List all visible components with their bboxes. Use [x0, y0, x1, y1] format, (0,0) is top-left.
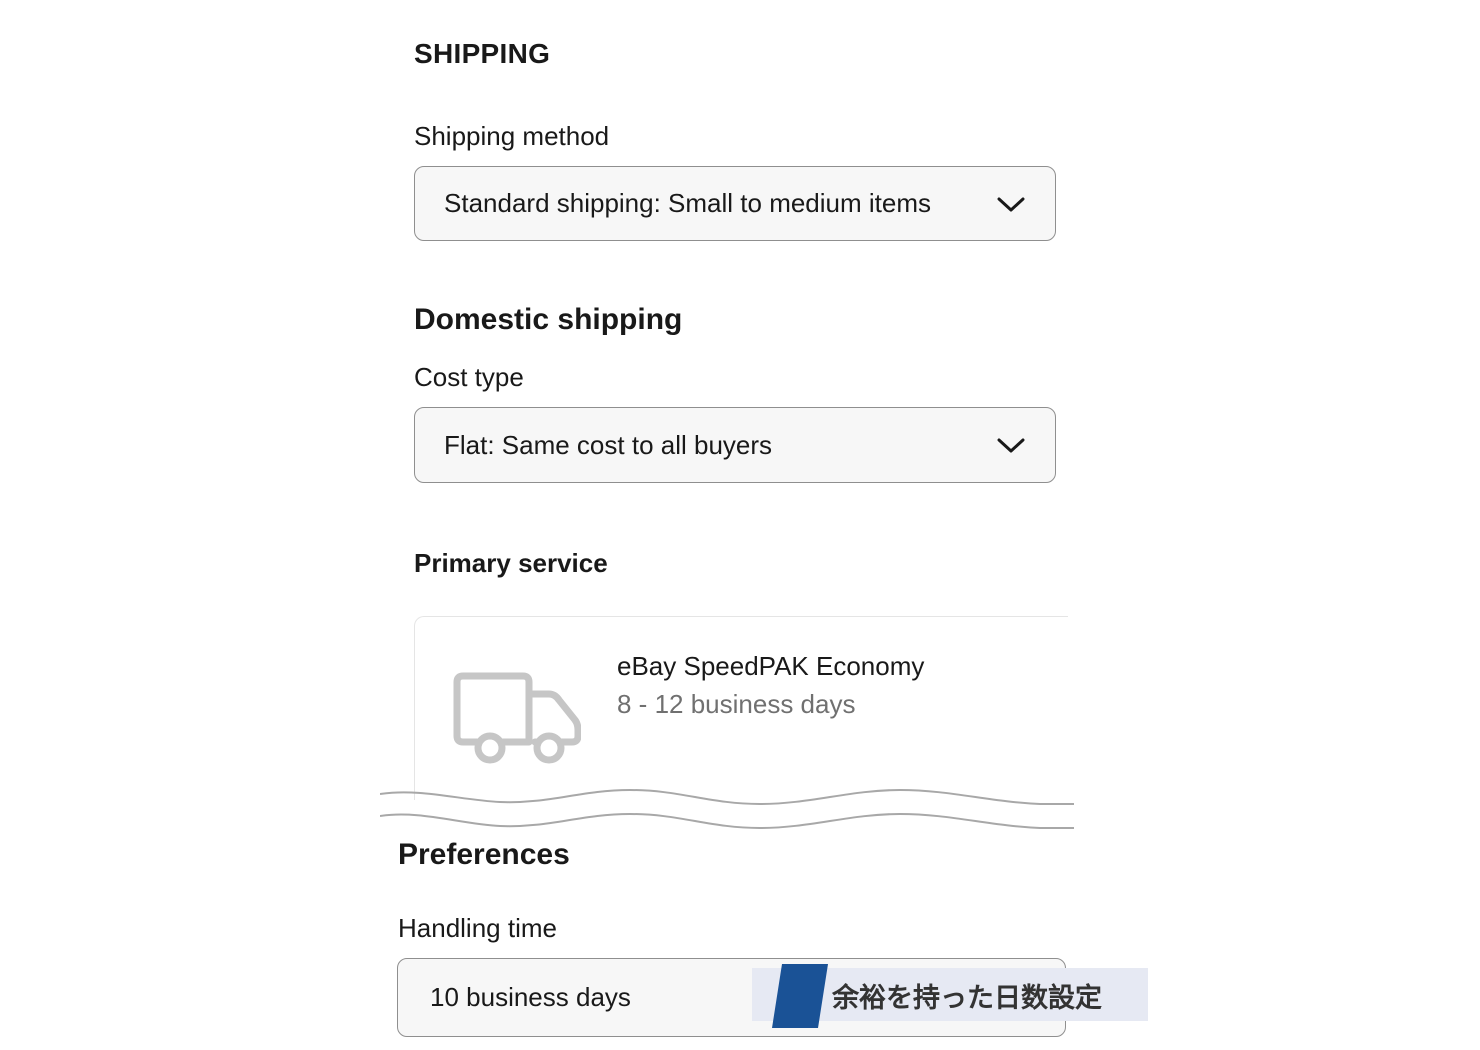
shipping-section-title: SHIPPING: [414, 38, 551, 69]
preferences-title: Preferences: [398, 838, 570, 871]
annotation-accent-bar: [772, 964, 828, 1028]
shipping-method-select[interactable]: Standard shipping: Small to medium items: [414, 166, 1056, 241]
cost-type-select[interactable]: Flat: Same cost to all buyers: [414, 407, 1056, 483]
handling-time-value: 10 business days: [430, 982, 631, 1012]
cost-type-value: Flat: Same cost to all buyers: [444, 429, 773, 460]
cost-type-label: Cost type: [414, 362, 524, 392]
truck-icon: [453, 672, 581, 764]
annotation-text: 余裕を持った日数設定: [832, 983, 1102, 1014]
handling-time-label: Handling time: [398, 913, 557, 943]
chevron-down-icon: [997, 438, 1025, 453]
domestic-shipping-title: Domestic shipping: [414, 303, 683, 336]
primary-service-title: Primary service: [414, 548, 608, 578]
shipping-method-label: Shipping method: [414, 121, 610, 151]
primary-service-card[interactable]: eBay SpeedPAK Economy 8 - 12 business da…: [414, 616, 1068, 816]
service-delivery-time: 8 - 12 business days: [617, 689, 856, 719]
shipping-method-value: Standard shipping: Small to medium items: [444, 188, 932, 218]
service-name: eBay SpeedPAK Economy: [617, 651, 925, 681]
chevron-down-icon: [997, 197, 1025, 211]
